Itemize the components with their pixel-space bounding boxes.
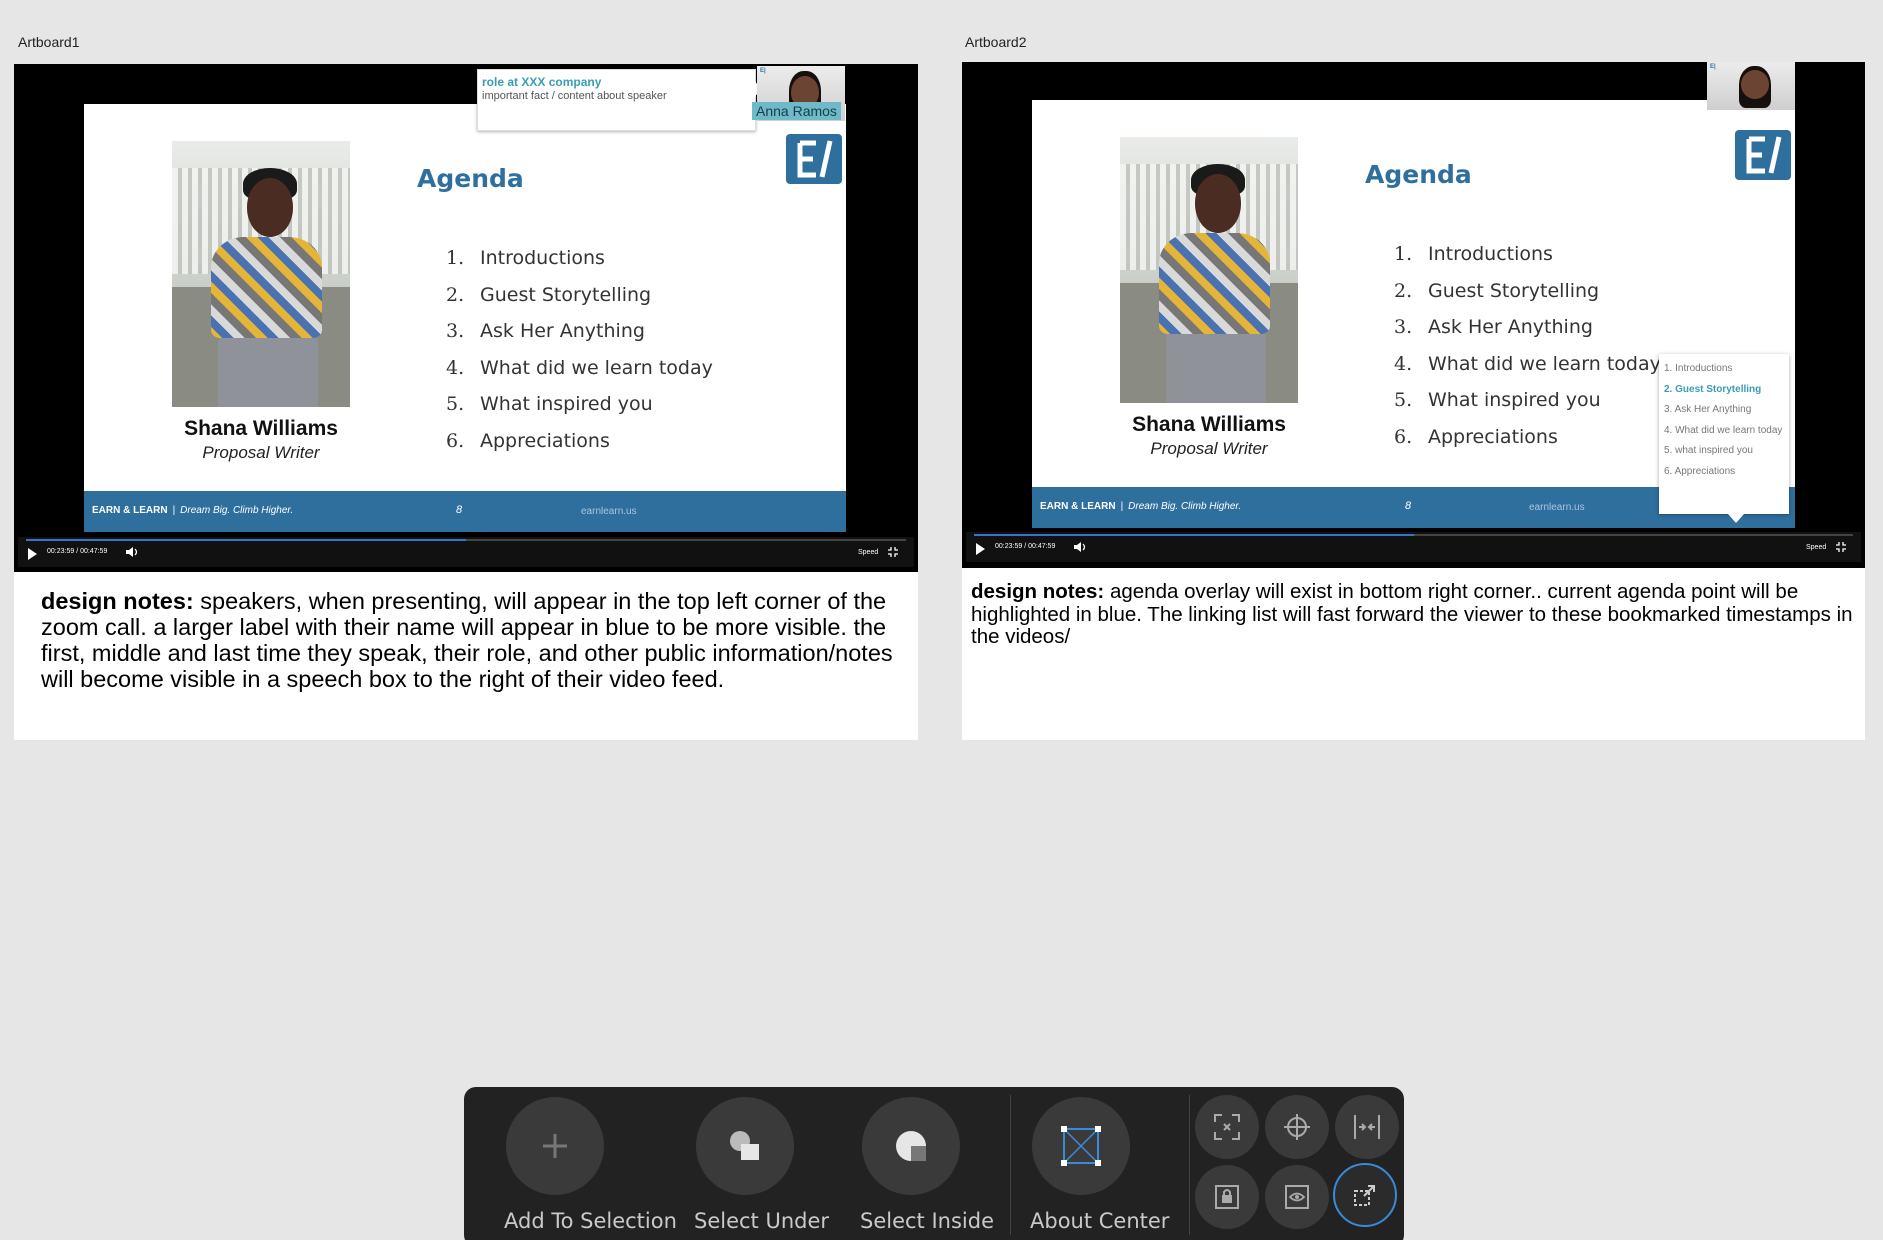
speaker-camera-feed[interactable]: E| [1707,62,1795,110]
crosshair-icon[interactable] [1265,1095,1329,1159]
slide-url: earnlearn.us [1529,502,1585,513]
speech-box-info: important fact / content about speaker [482,90,667,102]
agenda-overlay: 1. Introductions 2. Guest Storytelling 3… [1659,354,1789,523]
agenda-link[interactable]: 4. What did we learn today [1664,421,1789,442]
artboard-label[interactable]: Artboard1 [18,34,79,50]
transform-icon[interactable] [1333,1163,1397,1227]
agenda-item: 4. What did we learn today [1394,352,1661,375]
add-to-selection-button[interactable]: Add To Selection [504,1097,677,1233]
time-readout: 00:23:59 / 00:47:59 [47,548,108,555]
plus-icon [506,1097,604,1195]
slide-page-number: 8 [1405,500,1412,512]
camera-logo-badge: E| [1710,64,1716,70]
agenda-item: 4. What did we learn today [446,356,713,379]
slide-url: earnlearn.us [581,506,637,517]
about-center-button[interactable]: About Center [1030,1097,1169,1233]
agenda-link[interactable]: 6. Appreciations [1664,462,1789,483]
artboard-label[interactable]: Artboard2 [965,34,1026,50]
speaker-role: Proposal Writer [202,443,320,462]
agenda-overlay-list: 1. Introductions 2. Guest Storytelling 3… [1659,354,1789,482]
speaker-speech-box: role at XXX company important fact / con… [477,69,764,131]
select-inside-icon [862,1097,960,1195]
agenda-item: 2. Guest Storytelling [1394,279,1600,302]
earn-learn-logo [1735,130,1791,180]
agenda-item: 1. Introductions [1394,243,1553,265]
agenda-item: 6. Appreciations [1394,425,1558,448]
about-center-icon [1032,1097,1130,1195]
volume-icon[interactable] [125,546,139,558]
video-player[interactable]: Shana Williams Proposal Writer Agenda 1.… [962,62,1865,568]
select-inside-button[interactable]: Select Inside [860,1097,994,1233]
agenda-item: 1. Introductions [446,247,605,269]
select-under-icon [696,1097,794,1195]
agenda-item: 3. Ask Her Anything [446,320,645,342]
fullscreen-icon[interactable] [1836,542,1846,552]
player-controls: 00:23:59 / 00:47:59 Speed [18,537,914,567]
artboard-1[interactable]: Shana Williams Proposal Writer Agenda 1.… [14,64,918,740]
agenda-item: 5. What inspired you [1394,389,1601,411]
progress-fill [974,534,1414,536]
speed-button[interactable]: Speed [858,549,878,556]
earn-learn-logo [786,134,842,184]
slide: Shana Williams Proposal Writer Agenda 1.… [84,104,846,532]
focus-icon[interactable] [1195,1095,1259,1159]
speaker-photo [172,141,350,407]
agenda-item: 5. What inspired you [446,393,653,415]
agenda-item: 2. Guest Storytelling [446,283,652,306]
agenda-list: 1. Introductions 2. Guest Storytelling 3. A… [1394,236,1661,455]
agenda-item: 6. Appreciations [446,429,610,452]
distribute-icon[interactable] [1335,1095,1399,1159]
selection-toolbar: Add To Selection Select Under Select Ins… [464,1087,1404,1240]
speech-box-role: role at XXX company [482,75,602,89]
agenda-link[interactable]: 2. Guest Storytelling [1664,380,1789,401]
time-readout: 00:23:59 / 00:47:59 [995,543,1056,550]
agenda-link[interactable]: 3. Ask Her Anything [1664,400,1789,421]
speaker-role: Proposal Writer [1150,439,1268,458]
eye-frame-icon[interactable] [1265,1165,1329,1229]
speaker-name-label: Anna Ramos [752,102,841,120]
progress-bar[interactable] [26,539,906,541]
progress-fill [26,539,466,541]
speed-button[interactable]: Speed [1806,544,1826,551]
play-icon[interactable] [976,543,985,555]
video-player[interactable]: Shana Williams Proposal Writer Agenda 1.… [14,64,918,572]
speaker-name: Shana Williams [1132,413,1286,436]
agenda-link[interactable]: 1. Introductions [1664,359,1789,380]
select-under-button[interactable]: Select Under [694,1097,829,1233]
speaker-photo [1120,137,1298,403]
slide-page-number: 8 [456,504,463,516]
agenda-title: Agenda [417,164,524,193]
agenda-list: 1. Introductions 2. Guest Storytelling 3. A… [446,240,713,459]
progress-bar[interactable] [974,534,1853,536]
agenda-item: 3. Ask Her Anything [1394,316,1593,338]
agenda-link[interactable]: 5. what inspired you [1664,441,1789,462]
player-controls: 00:23:59 / 00:47:59 Speed [966,532,1861,562]
design-notes: design notes: agenda overlay will exist … [971,580,1853,648]
slide-footer: EARN & LEARN | Dream Big. Climb Higher. 8 … [84,491,846,532]
camera-logo-badge: E| [760,68,766,74]
artboard-2[interactable]: Shana Williams Proposal Writer Agenda 1.… [962,62,1865,740]
speaker-name: Shana Williams [184,417,338,440]
play-icon[interactable] [28,548,37,560]
design-notes: design notes: speakers, when presenting,… [41,588,893,692]
lock-frame-icon[interactable] [1195,1165,1259,1229]
fullscreen-icon[interactable] [888,547,898,557]
agenda-title: Agenda [1365,160,1472,189]
volume-icon[interactable] [1073,541,1087,553]
